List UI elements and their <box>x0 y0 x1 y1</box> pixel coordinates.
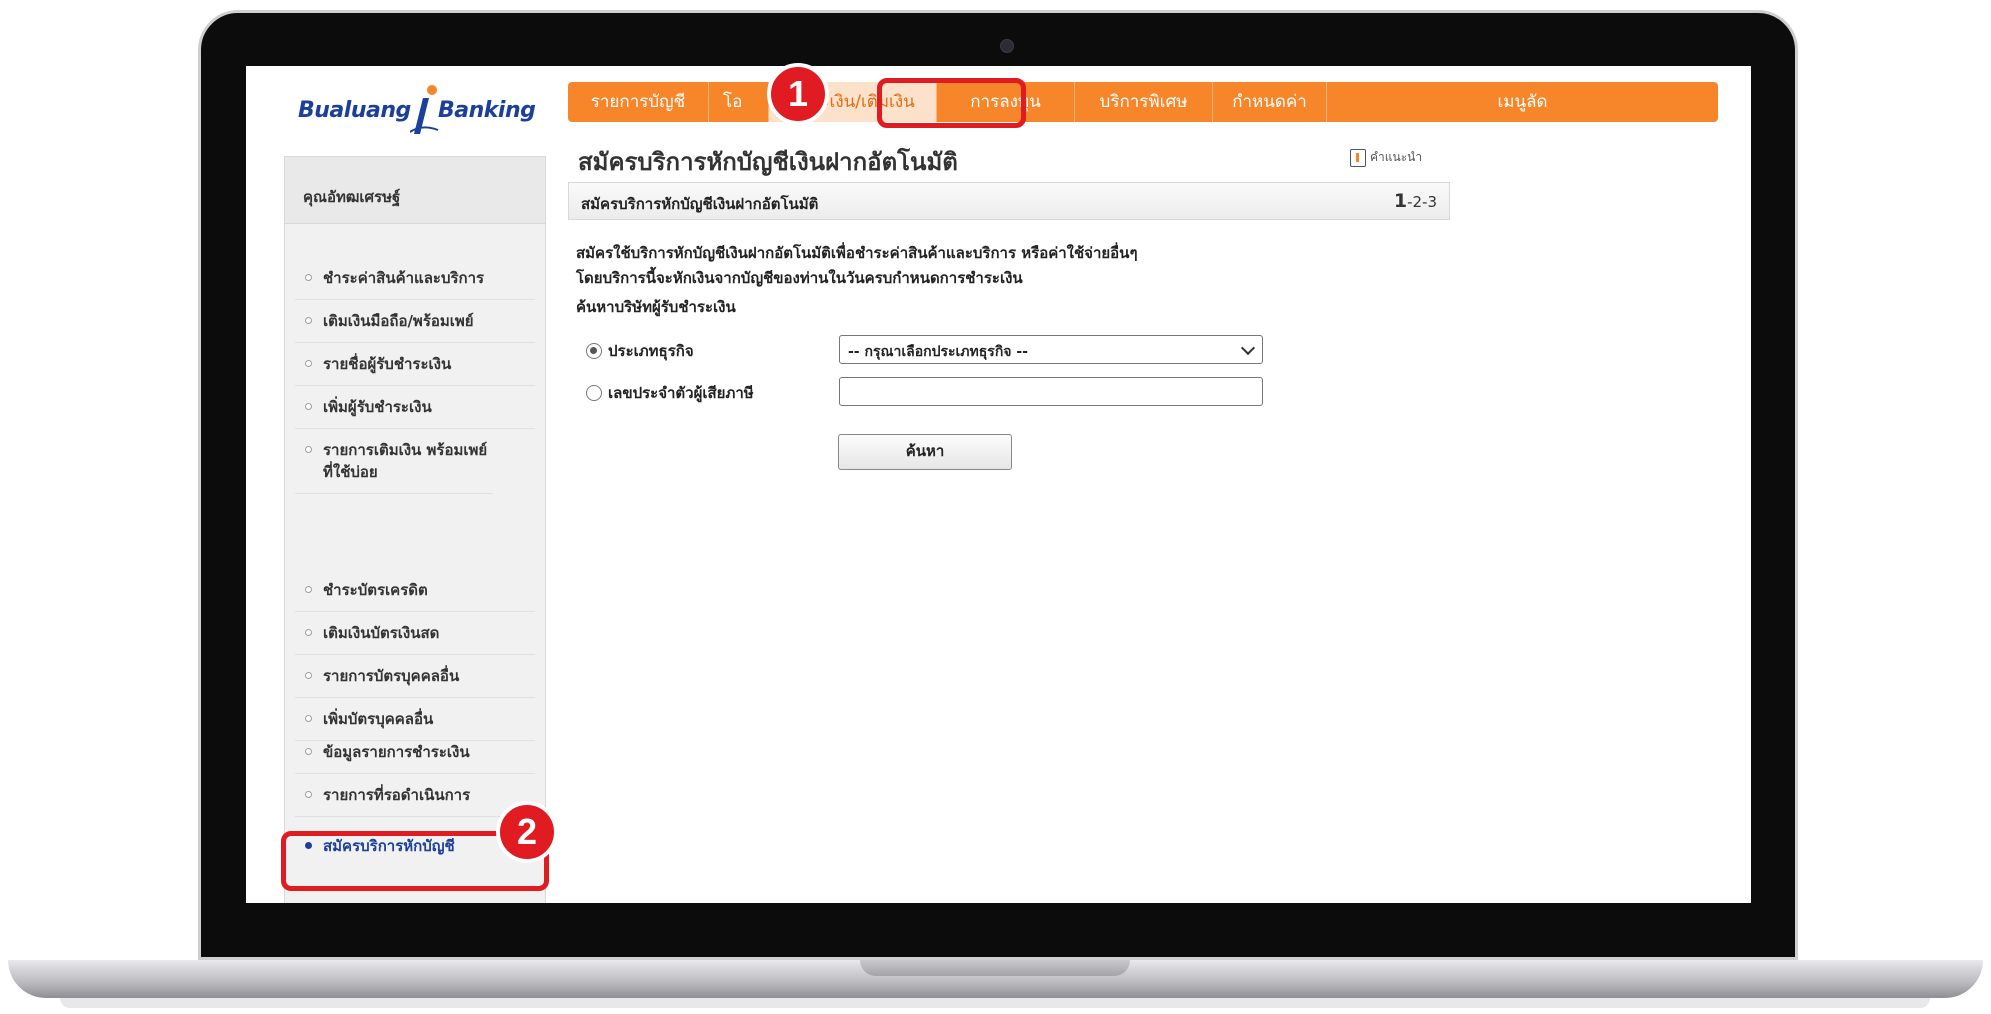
step-rest: -2-3 <box>1407 193 1437 211</box>
step-indicator: 1-2-3 <box>1394 190 1437 212</box>
sidebar-item-label: รายการบัตรบุคคลอื่น <box>323 667 460 685</box>
radio-tax-id[interactable]: เลขประจำตัวผู้เสียภาษี <box>586 381 754 405</box>
radio-business-type[interactable]: ประเภทธุรกิจ <box>586 339 694 363</box>
sidebar-item-other-cards[interactable]: รายการบัตรบุคคลอื่น <box>295 655 535 698</box>
bullet-icon <box>305 360 312 367</box>
laptop-notch <box>860 960 1130 976</box>
sidebar-item-cash-card-topup[interactable]: เติมเงินบัตรเงินสด <box>295 612 535 655</box>
nav-accounts[interactable]: รายการบัญชี <box>568 82 708 122</box>
bullet-icon <box>305 791 312 798</box>
sidebar-item-pay-credit-card[interactable]: ชำระบัตรเครดิต <box>295 569 535 612</box>
description-line-1: สมัครใช้บริการหักบัญชีเงินฝากอัตโนมัติเพ… <box>576 244 1138 262</box>
business-type-select[interactable]: -- กรุณาเลือกประเภทธุรกิจ -- <box>839 335 1263 364</box>
nav-special-services[interactable]: บริการพิเศษ <box>1074 82 1212 122</box>
sidebar-item-payment-info[interactable]: ข้อมูลรายการชำระเงิน <box>295 731 535 774</box>
sidebar-item-pay-bills[interactable]: ชำระค่าสินค้าและบริการ <box>295 257 535 300</box>
help-book-icon <box>1350 148 1366 167</box>
bullet-icon <box>305 446 312 453</box>
webcam <box>1000 39 1014 53</box>
bullet-icon <box>305 748 312 755</box>
search-button[interactable]: ค้นหา <box>838 434 1012 470</box>
sidebar-item-label: เติมเงินบัตรเงินสด <box>323 624 440 642</box>
bullet-icon <box>305 403 312 410</box>
bullet-icon <box>305 317 312 324</box>
callout-number-1: 1 <box>767 63 829 125</box>
laptop-shadow <box>60 998 1930 1008</box>
bullet-icon <box>305 274 312 281</box>
section-title: สมัครบริการหักบัญชีเงินฝากอัตโนมัติ <box>581 195 819 213</box>
sidebar-group-cards: ชำระบัตรเครดิต เติมเงินบัตรเงินสด รายการ… <box>295 569 535 741</box>
logo-text-left: Bualuang <box>298 98 411 123</box>
nav-settings[interactable]: กำหนดค่า <box>1212 82 1326 122</box>
sidebar-item-label: ชำระบัตรเครดิต <box>323 581 428 599</box>
radio-business-label: ประเภทธุรกิจ <box>608 342 694 360</box>
sidebar-item-label: รายชื่อผู้รับชำระเงิน <box>323 355 452 373</box>
sidebar-user: คุณอัทฒเศรษฐ์ <box>285 157 545 224</box>
help-link[interactable]: คำแนะนำ <box>1350 148 1422 167</box>
sidebar-group-payments: ชำระค่าสินค้าและบริการ เติมเงินมือถือ/พร… <box>295 257 535 494</box>
page-title: สมัครบริการหักบัญชีเงินฝากอัตโนมัติ <box>578 148 958 176</box>
bualuang-ibanking-logo[interactable]: Bualuang Banking <box>298 80 538 136</box>
sidebar-item-label: รายการที่รอดำเนินการ <box>323 786 471 804</box>
top-navigation: รายการบัญชี โอ ชำระเงิน/เติมเงิน การลงทุ… <box>568 82 1718 122</box>
radio-taxid-label: เลขประจำตัวผู้เสียภาษี <box>608 384 754 402</box>
nav-transfer[interactable]: โอ <box>708 82 768 122</box>
bullet-icon <box>305 715 312 722</box>
sidebar-item-label: ชำระค่าสินค้าและบริการ <box>323 269 485 287</box>
screen: Bualuang Banking รายการบัญชี โอ ชำระเงิน… <box>246 66 1751 903</box>
sidebar-item-label: เติมเงินมือถือ/พร้อมเพย์ <box>323 312 474 330</box>
sidebar-group-info: ข้อมูลรายการชำระเงิน รายการที่รอดำเนินกา… <box>295 731 535 817</box>
logo-text-right: Banking <box>438 98 536 123</box>
bullet-icon <box>305 586 312 593</box>
bullet-icon <box>305 672 312 679</box>
search-heading: ค้นหาบริษัทผู้รับชำระเงิน <box>576 298 736 316</box>
chevron-down-icon <box>1240 340 1256 356</box>
sidebar-item-frequent-topup[interactable]: รายการเติมเงิน พร้อมเพย์ที่ใช้บ่อย <box>295 429 493 494</box>
sidebar-item-label: ข้อมูลรายการชำระเงิน <box>323 743 470 761</box>
sidebar-item-label: เพิ่มผู้รับชำระเงิน <box>323 398 432 416</box>
sidebar-item-pending[interactable]: รายการที่รอดำเนินการ <box>295 774 535 817</box>
callout-box-1 <box>877 78 1026 128</box>
sidebar-item-label: เพิ่มบัตรบุคคลอื่น <box>323 710 434 728</box>
sidebar-item-mobile-topup[interactable]: เติมเงินมือถือ/พร้อมเพย์ <box>295 300 535 343</box>
radio-button-unchecked[interactable] <box>586 385 602 401</box>
tax-id-input[interactable] <box>839 377 1263 406</box>
nav-shortcut-menu[interactable]: เมนูลัด <box>1326 82 1718 122</box>
select-value: -- กรุณาเลือกประเภทธุรกิจ -- <box>848 344 1028 360</box>
description-line-2: โดยบริการนี้จะหักเงินจากบัญชีของท่านในวั… <box>576 269 1023 287</box>
bullet-icon <box>305 629 312 636</box>
section-header: สมัครบริการหักบัญชีเงินฝากอัตโนมัติ 1-2-… <box>568 182 1450 220</box>
callout-number-2: 2 <box>496 801 558 863</box>
sidebar: คุณอัทฒเศรษฐ์ ชำระค่าสินค้าและบริการ เติ… <box>284 156 546 903</box>
radio-button-checked[interactable] <box>586 343 602 359</box>
logo-i-icon <box>410 85 439 134</box>
user-name: คุณอัทฒเศรษฐ์ <box>303 188 401 206</box>
sidebar-item-add-payee[interactable]: เพิ่มผู้รับชำระเงิน <box>295 386 535 429</box>
step-current: 1 <box>1393 190 1408 212</box>
sidebar-item-payee-list[interactable]: รายชื่อผู้รับชำระเงิน <box>295 343 535 386</box>
help-label: คำแนะนำ <box>1370 150 1423 164</box>
sidebar-item-label: รายการเติมเงิน พร้อมเพย์ที่ใช้บ่อย <box>323 441 488 481</box>
